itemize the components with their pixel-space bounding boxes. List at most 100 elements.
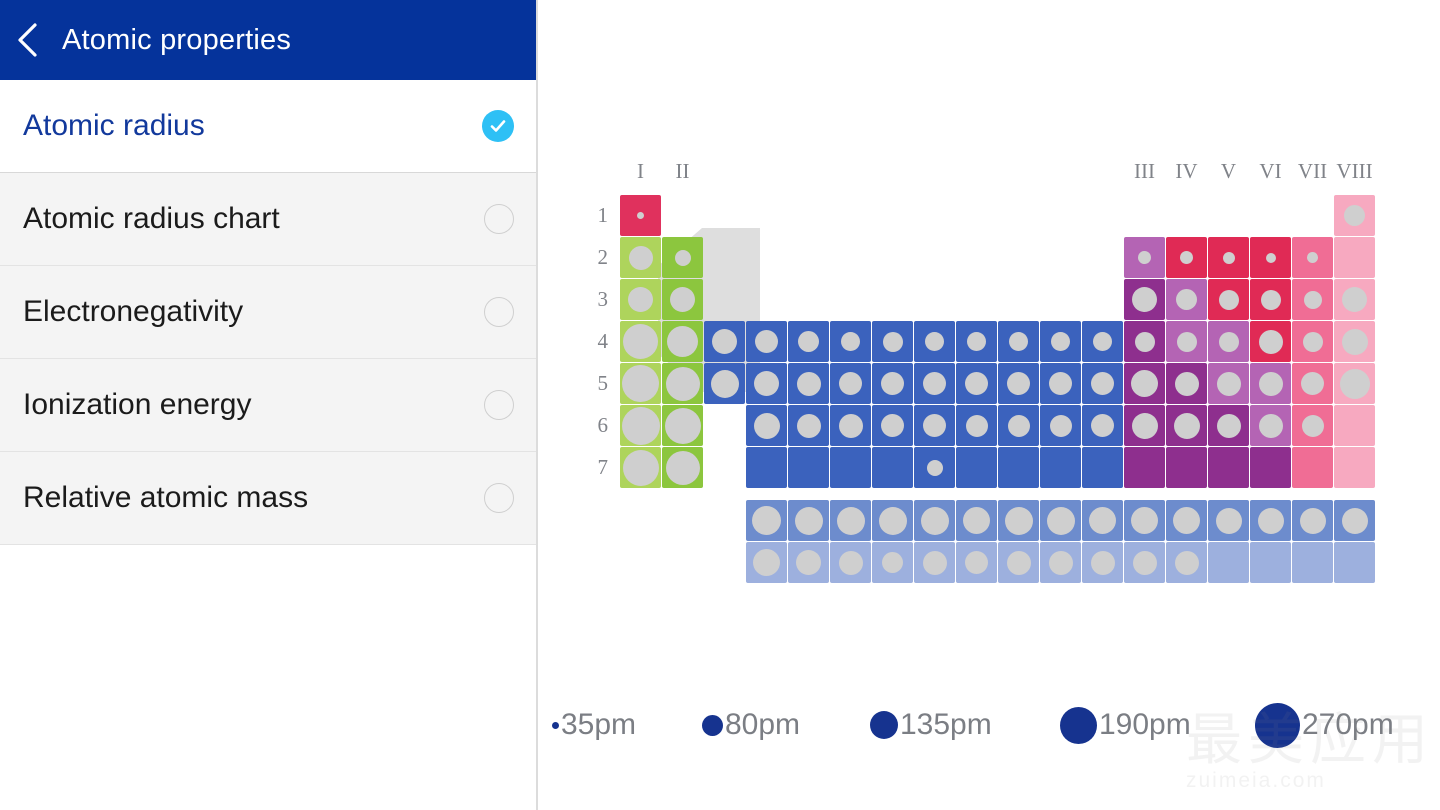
element-cell[interactable] — [788, 363, 829, 404]
element-cell[interactable] — [830, 447, 871, 488]
element-cell[interactable] — [1292, 237, 1333, 278]
element-cell[interactable] — [872, 321, 913, 362]
element-cell-fblock[interactable] — [746, 500, 787, 541]
element-cell[interactable] — [998, 321, 1039, 362]
element-cell-fblock[interactable] — [872, 542, 913, 583]
element-cell[interactable] — [1124, 321, 1165, 362]
element-cell-fblock[interactable] — [956, 500, 997, 541]
element-cell-fblock[interactable] — [1292, 542, 1333, 583]
element-cell[interactable] — [998, 405, 1039, 446]
element-cell[interactable] — [830, 363, 871, 404]
element-cell[interactable] — [788, 405, 829, 446]
element-cell-fblock[interactable] — [830, 542, 871, 583]
element-cell[interactable] — [1334, 363, 1375, 404]
element-cell[interactable] — [1250, 321, 1291, 362]
element-cell-fblock[interactable] — [1250, 500, 1291, 541]
element-cell[interactable] — [1208, 321, 1249, 362]
element-cell[interactable] — [662, 279, 703, 320]
element-cell-fblock[interactable] — [914, 500, 955, 541]
element-cell[interactable] — [662, 363, 703, 404]
element-cell[interactable] — [1040, 363, 1081, 404]
element-cell[interactable] — [1040, 447, 1081, 488]
element-cell[interactable] — [1250, 447, 1291, 488]
element-cell[interactable] — [746, 405, 787, 446]
element-cell[interactable] — [956, 363, 997, 404]
element-cell-fblock[interactable] — [1124, 500, 1165, 541]
element-cell[interactable] — [1166, 363, 1207, 404]
element-cell[interactable] — [872, 405, 913, 446]
element-cell-fblock[interactable] — [872, 500, 913, 541]
element-cell-fblock[interactable] — [1292, 500, 1333, 541]
element-cell-fblock[interactable] — [1040, 542, 1081, 583]
element-cell[interactable] — [1124, 405, 1165, 446]
element-cell[interactable] — [830, 321, 871, 362]
element-cell-fblock[interactable] — [1082, 542, 1123, 583]
element-cell[interactable] — [1334, 237, 1375, 278]
element-cell[interactable] — [956, 405, 997, 446]
element-cell[interactable] — [1166, 405, 1207, 446]
element-cell[interactable] — [788, 447, 829, 488]
element-cell-fblock[interactable] — [1166, 542, 1207, 583]
element-cell[interactable] — [1124, 363, 1165, 404]
element-cell-fblock[interactable] — [746, 542, 787, 583]
element-cell[interactable] — [1334, 195, 1375, 236]
element-cell-fblock[interactable] — [1040, 500, 1081, 541]
element-cell[interactable] — [620, 279, 661, 320]
chevron-left-icon[interactable] — [0, 0, 56, 80]
element-cell-fblock[interactable] — [1208, 500, 1249, 541]
element-cell[interactable] — [620, 405, 661, 446]
element-cell[interactable] — [1082, 321, 1123, 362]
element-cell-fblock[interactable] — [788, 500, 829, 541]
element-cell[interactable] — [1124, 237, 1165, 278]
element-cell[interactable] — [1334, 447, 1375, 488]
element-cell[interactable] — [662, 237, 703, 278]
element-cell[interactable] — [914, 405, 955, 446]
check-circle-icon[interactable] — [482, 110, 514, 142]
element-cell[interactable] — [1082, 363, 1123, 404]
element-cell[interactable] — [1292, 363, 1333, 404]
element-cell-fblock[interactable] — [1124, 542, 1165, 583]
element-cell[interactable] — [1166, 279, 1207, 320]
element-cell-fblock[interactable] — [1082, 500, 1123, 541]
element-cell[interactable] — [1292, 321, 1333, 362]
element-cell[interactable] — [1334, 279, 1375, 320]
element-cell-fblock[interactable] — [788, 542, 829, 583]
element-cell-fblock[interactable] — [1334, 500, 1375, 541]
element-cell[interactable] — [746, 321, 787, 362]
element-cell-fblock[interactable] — [1334, 542, 1375, 583]
element-cell[interactable] — [830, 405, 871, 446]
element-cell[interactable] — [1166, 237, 1207, 278]
element-cell[interactable] — [914, 447, 955, 488]
element-cell[interactable] — [1208, 279, 1249, 320]
element-cell[interactable] — [998, 363, 1039, 404]
element-cell[interactable] — [746, 363, 787, 404]
element-cell[interactable] — [956, 321, 997, 362]
list-item[interactable]: Atomic radius — [0, 80, 536, 173]
element-cell-fblock[interactable] — [914, 542, 955, 583]
element-cell[interactable] — [704, 363, 745, 404]
element-cell[interactable] — [1082, 405, 1123, 446]
element-cell[interactable] — [1124, 279, 1165, 320]
element-cell[interactable] — [998, 447, 1039, 488]
list-item[interactable]: Ionization energy — [0, 359, 536, 452]
element-cell[interactable] — [872, 363, 913, 404]
element-cell[interactable] — [1250, 405, 1291, 446]
element-cell[interactable] — [1250, 363, 1291, 404]
element-cell[interactable] — [1040, 321, 1081, 362]
element-cell-fblock[interactable] — [956, 542, 997, 583]
element-cell[interactable] — [1334, 405, 1375, 446]
element-cell[interactable] — [1040, 405, 1081, 446]
element-cell[interactable] — [620, 237, 661, 278]
element-cell[interactable] — [620, 195, 661, 236]
element-cell[interactable] — [914, 321, 955, 362]
element-cell[interactable] — [1250, 279, 1291, 320]
element-cell-fblock[interactable] — [998, 500, 1039, 541]
element-cell[interactable] — [662, 447, 703, 488]
element-cell[interactable] — [620, 363, 661, 404]
element-cell[interactable] — [1250, 237, 1291, 278]
element-cell-fblock[interactable] — [998, 542, 1039, 583]
element-cell[interactable] — [620, 447, 661, 488]
element-cell[interactable] — [956, 447, 997, 488]
element-cell[interactable] — [1292, 405, 1333, 446]
element-cell-fblock[interactable] — [1166, 500, 1207, 541]
